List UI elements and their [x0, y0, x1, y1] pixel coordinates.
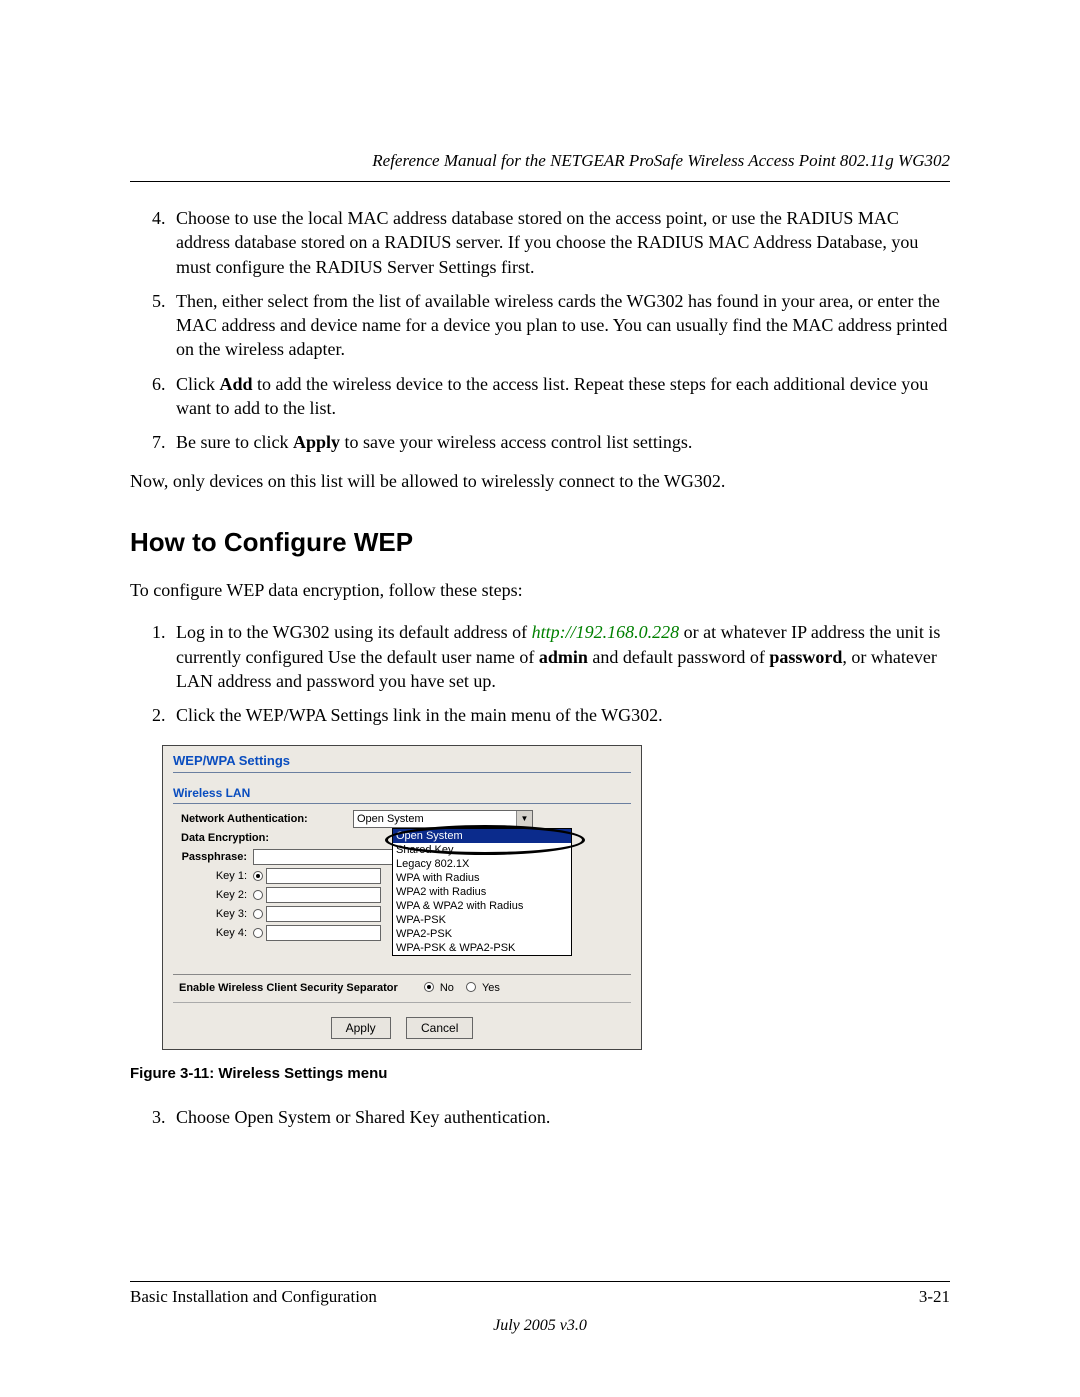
key4-input[interactable] [266, 925, 381, 941]
label-key2: Key 2: [173, 888, 253, 903]
opt-legacy-8021x[interactable]: Legacy 802.1X [393, 857, 571, 871]
sep-yes-radio[interactable] [466, 982, 476, 992]
label-key1: Key 1: [173, 869, 253, 884]
step-b1: Log in to the WG302 using its default ad… [170, 620, 950, 693]
intro-text: To configure WEP data encryption, follow… [130, 578, 950, 602]
label-passphrase: Passphrase: [173, 850, 253, 865]
key3-radio[interactable] [253, 909, 263, 919]
opt-open-system[interactable]: Open System [393, 829, 571, 843]
label-dataenc: Data Encryption: [173, 831, 353, 846]
opt-wpa-wpa2-radius[interactable]: WPA & WPA2 with Radius [393, 899, 571, 913]
sep-no-label: No [440, 982, 454, 994]
steps-list-b-cont: Choose Open System or Shared Key authent… [170, 1105, 950, 1129]
footer-left: Basic Installation and Configuration [130, 1286, 377, 1309]
figure-caption: Figure 3-11: Wireless Settings menu [130, 1064, 950, 1084]
step-6: Click Add to add the wireless device to … [170, 372, 950, 421]
step-7: Be sure to click Apply to save your wire… [170, 430, 950, 454]
label-key4: Key 4: [173, 926, 253, 941]
step-b3: Choose Open System or Shared Key authent… [170, 1105, 950, 1129]
key2-radio[interactable] [253, 890, 263, 900]
screenshot-title: WEP/WPA Settings [173, 752, 631, 773]
settings-screenshot: WEP/WPA Settings Wireless LAN Network Au… [162, 745, 642, 1050]
separator-label: Enable Wireless Client Security Separato… [179, 981, 398, 996]
sep-yes-label: Yes [482, 982, 500, 994]
key3-input[interactable] [266, 906, 381, 922]
header-title: Reference Manual for the NETGEAR ProSafe… [130, 150, 950, 173]
key1-input[interactable] [266, 868, 381, 884]
screenshot-subtitle: Wireless LAN [173, 785, 631, 804]
header-rule [130, 181, 950, 182]
paragraph-summary: Now, only devices on this list will be a… [130, 469, 950, 493]
opt-shared-key[interactable]: Shared Key [393, 843, 571, 857]
ip-link[interactable]: http://192.168.0.228 [532, 622, 680, 642]
section-heading: How to Configure WEP [130, 525, 950, 560]
key4-radio[interactable] [253, 928, 263, 938]
page-footer: Basic Installation and Configuration 3-2… [130, 1271, 950, 1337]
key1-radio[interactable] [253, 871, 263, 881]
footer-right: 3-21 [919, 1286, 950, 1309]
label-key3: Key 3: [173, 907, 253, 922]
label-netauth: Network Authentication: [173, 812, 353, 827]
netauth-dropdown[interactable]: Open System Shared Key Legacy 802.1X WPA… [392, 828, 572, 956]
steps-list-b: Log in to the WG302 using its default ad… [170, 620, 950, 727]
dropdown-arrow-icon[interactable]: ▼ [516, 811, 532, 827]
separator-row: Enable Wireless Client Security Separato… [173, 974, 631, 1003]
opt-wpa-radius[interactable]: WPA with Radius [393, 871, 571, 885]
step-4: Choose to use the local MAC address data… [170, 206, 950, 279]
netauth-select[interactable]: Open System ▼ [353, 810, 533, 828]
steps-list-a: Choose to use the local MAC address data… [170, 206, 950, 455]
opt-wpa2-radius[interactable]: WPA2 with Radius [393, 885, 571, 899]
cancel-button[interactable]: Cancel [406, 1017, 473, 1039]
footer-rule [130, 1281, 950, 1282]
netauth-select-value: Open System [357, 812, 424, 827]
key2-input[interactable] [266, 887, 381, 903]
opt-wpa-psk[interactable]: WPA-PSK [393, 913, 571, 927]
apply-button[interactable]: Apply [331, 1017, 391, 1039]
opt-wpa2-psk[interactable]: WPA2-PSK [393, 927, 571, 941]
sep-no-radio[interactable] [424, 982, 434, 992]
opt-wpa-wpa2-psk[interactable]: WPA-PSK & WPA2-PSK [393, 941, 571, 955]
footer-date: July 2005 v3.0 [130, 1315, 950, 1337]
passphrase-input[interactable] [253, 849, 403, 865]
step-b2: Click the WEP/WPA Settings link in the m… [170, 703, 950, 727]
step-5: Then, either select from the list of ava… [170, 289, 950, 362]
